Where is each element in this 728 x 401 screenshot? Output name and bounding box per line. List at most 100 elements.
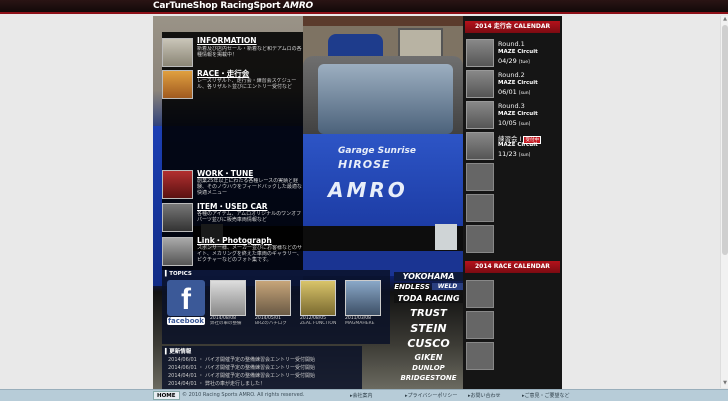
hood-sticker-hirose: HIROSE	[338, 158, 391, 171]
news-item[interactable]: 2014/06/01 ・ バイオ開催予定の整備練習会エントリー受付開始	[168, 364, 315, 371]
round-date: 04/29 [tue]	[498, 57, 530, 65]
topics-section: ▍TOPICS f facebook 2014/08/08 弊社の車の整備 20…	[162, 270, 390, 344]
facebook-link[interactable]: f facebook	[167, 280, 205, 330]
information-thumbnail	[162, 38, 193, 67]
news-section: ▍更新情報 2014/06/01 ・ バイオ開催予定の整備練習会エントリー受付開…	[162, 346, 362, 389]
scrollbar-thumb[interactable]	[722, 25, 728, 255]
calendar-round[interactable]: Round.2 MAZE Circuit 06/01 [sun]	[466, 70, 560, 98]
photo-window	[398, 28, 443, 58]
hood-sticker-amro: AMRO	[328, 178, 408, 202]
round-place: MAZE Circuit	[498, 142, 538, 148]
menu-item-link-photograph[interactable]: Link・Photograph スポンサー様、メーカー並びにお客様などのサイト、…	[162, 235, 303, 267]
sponsor-dunlop[interactable]: DUNLOP	[394, 364, 463, 372]
topic-thumbnail	[300, 280, 336, 316]
round-place: MAZE Circuit	[498, 49, 538, 55]
race-thumbnail	[162, 70, 193, 99]
race-calendar-heading: 2014 RACE CALENDAR	[465, 261, 560, 273]
calendar-heading: 2014 走行会 CALENDAR	[465, 21, 560, 33]
main-frame: Garage Sunrise HIROSE AMRO INFORMATION 新…	[153, 16, 562, 389]
calendar-empty-slot	[466, 194, 560, 222]
topic-thumbnail	[345, 280, 381, 316]
topic-thumbnail	[255, 280, 291, 316]
round-place: MAZE Circuit	[498, 80, 538, 86]
sponsor-bridgestone[interactable]: BRIDGESTONE	[394, 374, 463, 382]
menu-description: 創業25年以上にわたる各種レースの実績と経験、そのノウハウをフィードバックした最…	[197, 178, 302, 196]
menu-item-race[interactable]: RACE・走行会 レースリザルト、走行会・練習会スケジュール、各リザルト並びにエ…	[162, 68, 303, 100]
work-tune-thumbnail	[162, 170, 193, 199]
site-logo[interactable]: CarTuneShop RacingSport AMRO	[153, 1, 313, 11]
race-calendar-slot	[466, 280, 560, 308]
menu-description: 各種のアイテム、アムロオリジナルのワンオフパーツ並びに販売車両情報など	[197, 211, 302, 223]
topic-item[interactable]: 2014/05/01 BRZのハチロク	[255, 280, 291, 326]
sponsor-trust[interactable]: TRUST	[394, 308, 463, 319]
empty-thumbnail	[466, 342, 494, 370]
logo-brand: AMRO	[283, 1, 313, 11]
sponsor-cusco[interactable]: CUSCO	[394, 337, 463, 350]
footer-link-feedback[interactable]: ▸ご意見・ご要望など	[522, 392, 570, 399]
photo-windshield	[318, 64, 453, 134]
empty-thumbnail	[466, 280, 494, 308]
sponsor-endless[interactable]: ENDLESS	[394, 283, 430, 291]
topic-title: BRZのハチロク	[255, 321, 287, 326]
menu-description: レースリザルト、走行会・練習会スケジュール、各リザルト並びにエントリー受付など	[197, 78, 297, 90]
topic-item[interactable]: 2014/08/08 弊社の車の整備	[210, 280, 246, 326]
round-date: 06/01 [sun]	[498, 88, 531, 96]
topic-title: MAGMAHERE	[345, 321, 375, 326]
race-calendar-slot	[466, 311, 560, 339]
round-date: 10/05 [sun]	[498, 119, 531, 127]
round-thumbnail	[466, 39, 494, 67]
menu-description: 新着及び店内セール・新着など和デアムロの各種情報を掲載中！	[197, 46, 302, 58]
race-calendar-slot	[466, 342, 560, 370]
topic-title: 弊社の車の整備	[210, 321, 242, 326]
site-footer: HOME © 2010 Racing Sports AMRO. All righ…	[0, 389, 728, 401]
empty-thumbnail	[466, 163, 494, 191]
empty-thumbnail	[466, 194, 494, 222]
footer-link-contact[interactable]: ▸お問い合わせ	[468, 392, 501, 399]
calendar-empty-slot	[466, 163, 560, 191]
item-thumbnail	[162, 203, 193, 232]
home-button[interactable]: HOME	[153, 391, 180, 400]
menu-item-item-used-car[interactable]: ITEM・USED CAR 各種のアイテム、アムロオリジナルのワンオフパーツ並び…	[162, 201, 303, 233]
round-name: Round.2	[498, 71, 525, 79]
calendar-round[interactable]: Round.3 MAZE Circuit 10/05 [sun]	[466, 101, 560, 129]
footer-link-company[interactable]: ▸会社案内	[350, 392, 373, 399]
news-heading: ▍更新情報	[165, 349, 192, 355]
round-date: 11/23 [sun]	[498, 150, 531, 158]
sponsor-stein[interactable]: STEIN	[394, 322, 463, 335]
scroll-down-icon[interactable]: ▼	[721, 380, 728, 388]
sponsor-logos: YOKOHAMA ENDLESS WELD TODA RACING TRUST …	[394, 272, 463, 389]
facebook-icon: f	[167, 280, 205, 316]
menu-item-information[interactable]: INFORMATION 新着及び店内セール・新着など和デアムロの各種情報を掲載中…	[162, 36, 303, 68]
page-scrollbar[interactable]: ▲ ▼	[720, 16, 728, 388]
logo-text: CarTuneShop RacingSport	[153, 1, 281, 11]
round-name: Round.1	[498, 40, 525, 48]
topic-item[interactable]: 2011/03/08 MAGMAHERE	[345, 280, 381, 326]
news-item[interactable]: 2014/04/01 ・ 弊社の車が走行しました！	[168, 380, 265, 387]
calendar-round[interactable]: Round.1 MAZE Circuit 04/29 [tue]	[466, 39, 560, 67]
round-thumbnail	[466, 132, 494, 160]
main-nav-menu: INFORMATION 新着及び店内セール・新着など和デアムロの各種情報を掲載中…	[162, 32, 303, 270]
topic-title: ZEAL FUNCTION	[300, 321, 336, 326]
sponsor-yokohama[interactable]: YOKOHAMA	[394, 272, 463, 281]
sponsor-toda[interactable]: TODA RACING	[394, 294, 463, 303]
calendar-empty-slot	[466, 225, 560, 253]
empty-thumbnail	[466, 225, 494, 253]
round-thumbnail	[466, 101, 494, 129]
site-header: CarTuneShop RacingSport AMRO	[0, 0, 728, 14]
menu-title[interactable]: INFORMATION	[197, 36, 257, 45]
sponsor-weld[interactable]: WELD	[432, 283, 463, 290]
menu-item-work-tune[interactable]: WORK・TUNE 創業25年以上にわたる各種レースの実績と経験、そのノウハウを…	[162, 168, 303, 200]
round-name: Round.3	[498, 102, 525, 110]
scroll-up-icon[interactable]: ▲	[721, 16, 728, 24]
photo-roof	[303, 16, 463, 26]
calendar-round[interactable]: 練習会 I 受付中 MAZE Circuit 11/23 [sun]	[466, 132, 560, 160]
round-thumbnail	[466, 70, 494, 98]
topic-item[interactable]: 2012/08/05 ZEAL FUNCTION	[300, 280, 336, 326]
calendar-sidebar: 2014 走行会 CALENDAR Round.1 MAZE Circuit 0…	[463, 16, 562, 389]
hood-sticker-garage: Garage Sunrise	[338, 146, 416, 156]
sponsor-giken[interactable]: GIKEN	[394, 353, 463, 362]
topic-thumbnail	[210, 280, 246, 316]
news-item[interactable]: 2014/06/01 ・ バイオ開催予定の整備練習会エントリー受付開始	[168, 356, 315, 363]
news-item[interactable]: 2014/04/01 ・ バイオ開催予定の整備練習会エントリー受付開始	[168, 372, 315, 379]
footer-link-privacy[interactable]: ▸プライバシーポリシー	[405, 392, 457, 399]
